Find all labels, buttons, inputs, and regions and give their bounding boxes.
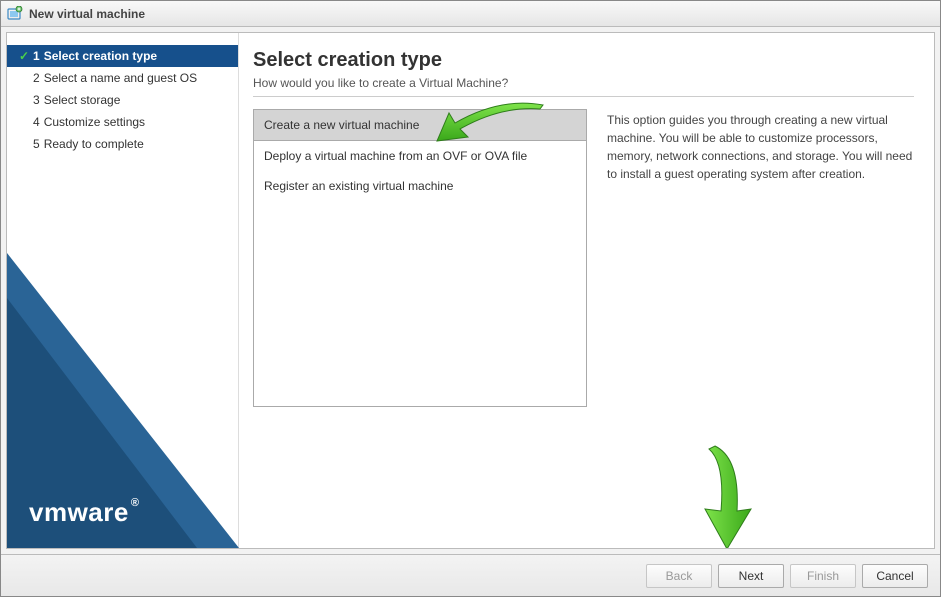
step-number: 1 (33, 49, 40, 63)
page-subtitle: How would you like to create a Virtual M… (253, 76, 914, 90)
titlebar-text: New virtual machine (29, 7, 145, 21)
finish-button[interactable]: Finish (790, 564, 856, 588)
step-customize-settings[interactable]: 4 Customize settings (7, 111, 238, 133)
option-description: This option guides you through creating … (607, 109, 914, 407)
step-select-name-guest-os[interactable]: 2 Select a name and guest OS (7, 67, 238, 89)
option-create-new-vm[interactable]: Create a new virtual machine (254, 110, 586, 141)
step-label: Select creation type (44, 49, 157, 63)
vm-icon (7, 6, 23, 22)
step-label: Customize settings (44, 115, 145, 129)
creation-options-list: Create a new virtual machine Deploy a vi… (253, 109, 587, 407)
main-panel: Select creation type How would you like … (239, 33, 934, 548)
step-ready-to-complete[interactable]: 5 Ready to complete (7, 133, 238, 155)
cancel-button[interactable]: Cancel (862, 564, 928, 588)
dialog-body: ✓ 1 Select creation type 2 Select a name… (6, 32, 935, 549)
back-button[interactable]: Back (646, 564, 712, 588)
page-heading: Select creation type (253, 49, 914, 72)
divider (253, 96, 914, 97)
step-number: 2 (33, 71, 40, 85)
step-number: 5 (33, 137, 40, 151)
option-deploy-ovf-ova[interactable]: Deploy a virtual machine from an OVF or … (254, 141, 586, 171)
sidebar-decoration (7, 228, 239, 548)
steps-list: ✓ 1 Select creation type 2 Select a name… (7, 33, 238, 155)
step-number: 4 (33, 115, 40, 129)
step-select-storage[interactable]: 3 Select storage (7, 89, 238, 111)
step-number: 3 (33, 93, 40, 107)
options-row: Create a new virtual machine Deploy a vi… (253, 109, 914, 407)
option-label: Create a new virtual machine (264, 118, 419, 132)
option-register-existing-vm[interactable]: Register an existing virtual machine (254, 171, 586, 201)
new-vm-dialog: New virtual machine ✓ 1 Select creation … (0, 0, 941, 597)
next-button[interactable]: Next (718, 564, 784, 588)
step-label: Select a name and guest OS (44, 71, 197, 85)
option-label: Deploy a virtual machine from an OVF or … (264, 149, 527, 163)
sidebar: ✓ 1 Select creation type 2 Select a name… (7, 33, 239, 548)
vmware-logo: vmware® (29, 497, 139, 528)
checkmark-icon: ✓ (17, 49, 31, 63)
titlebar: New virtual machine (1, 1, 940, 27)
step-label: Select storage (44, 93, 121, 107)
step-label: Ready to complete (44, 137, 144, 151)
step-select-creation-type[interactable]: ✓ 1 Select creation type (7, 45, 238, 67)
footer: Back Next Finish Cancel (1, 554, 940, 596)
option-label: Register an existing virtual machine (264, 179, 453, 193)
